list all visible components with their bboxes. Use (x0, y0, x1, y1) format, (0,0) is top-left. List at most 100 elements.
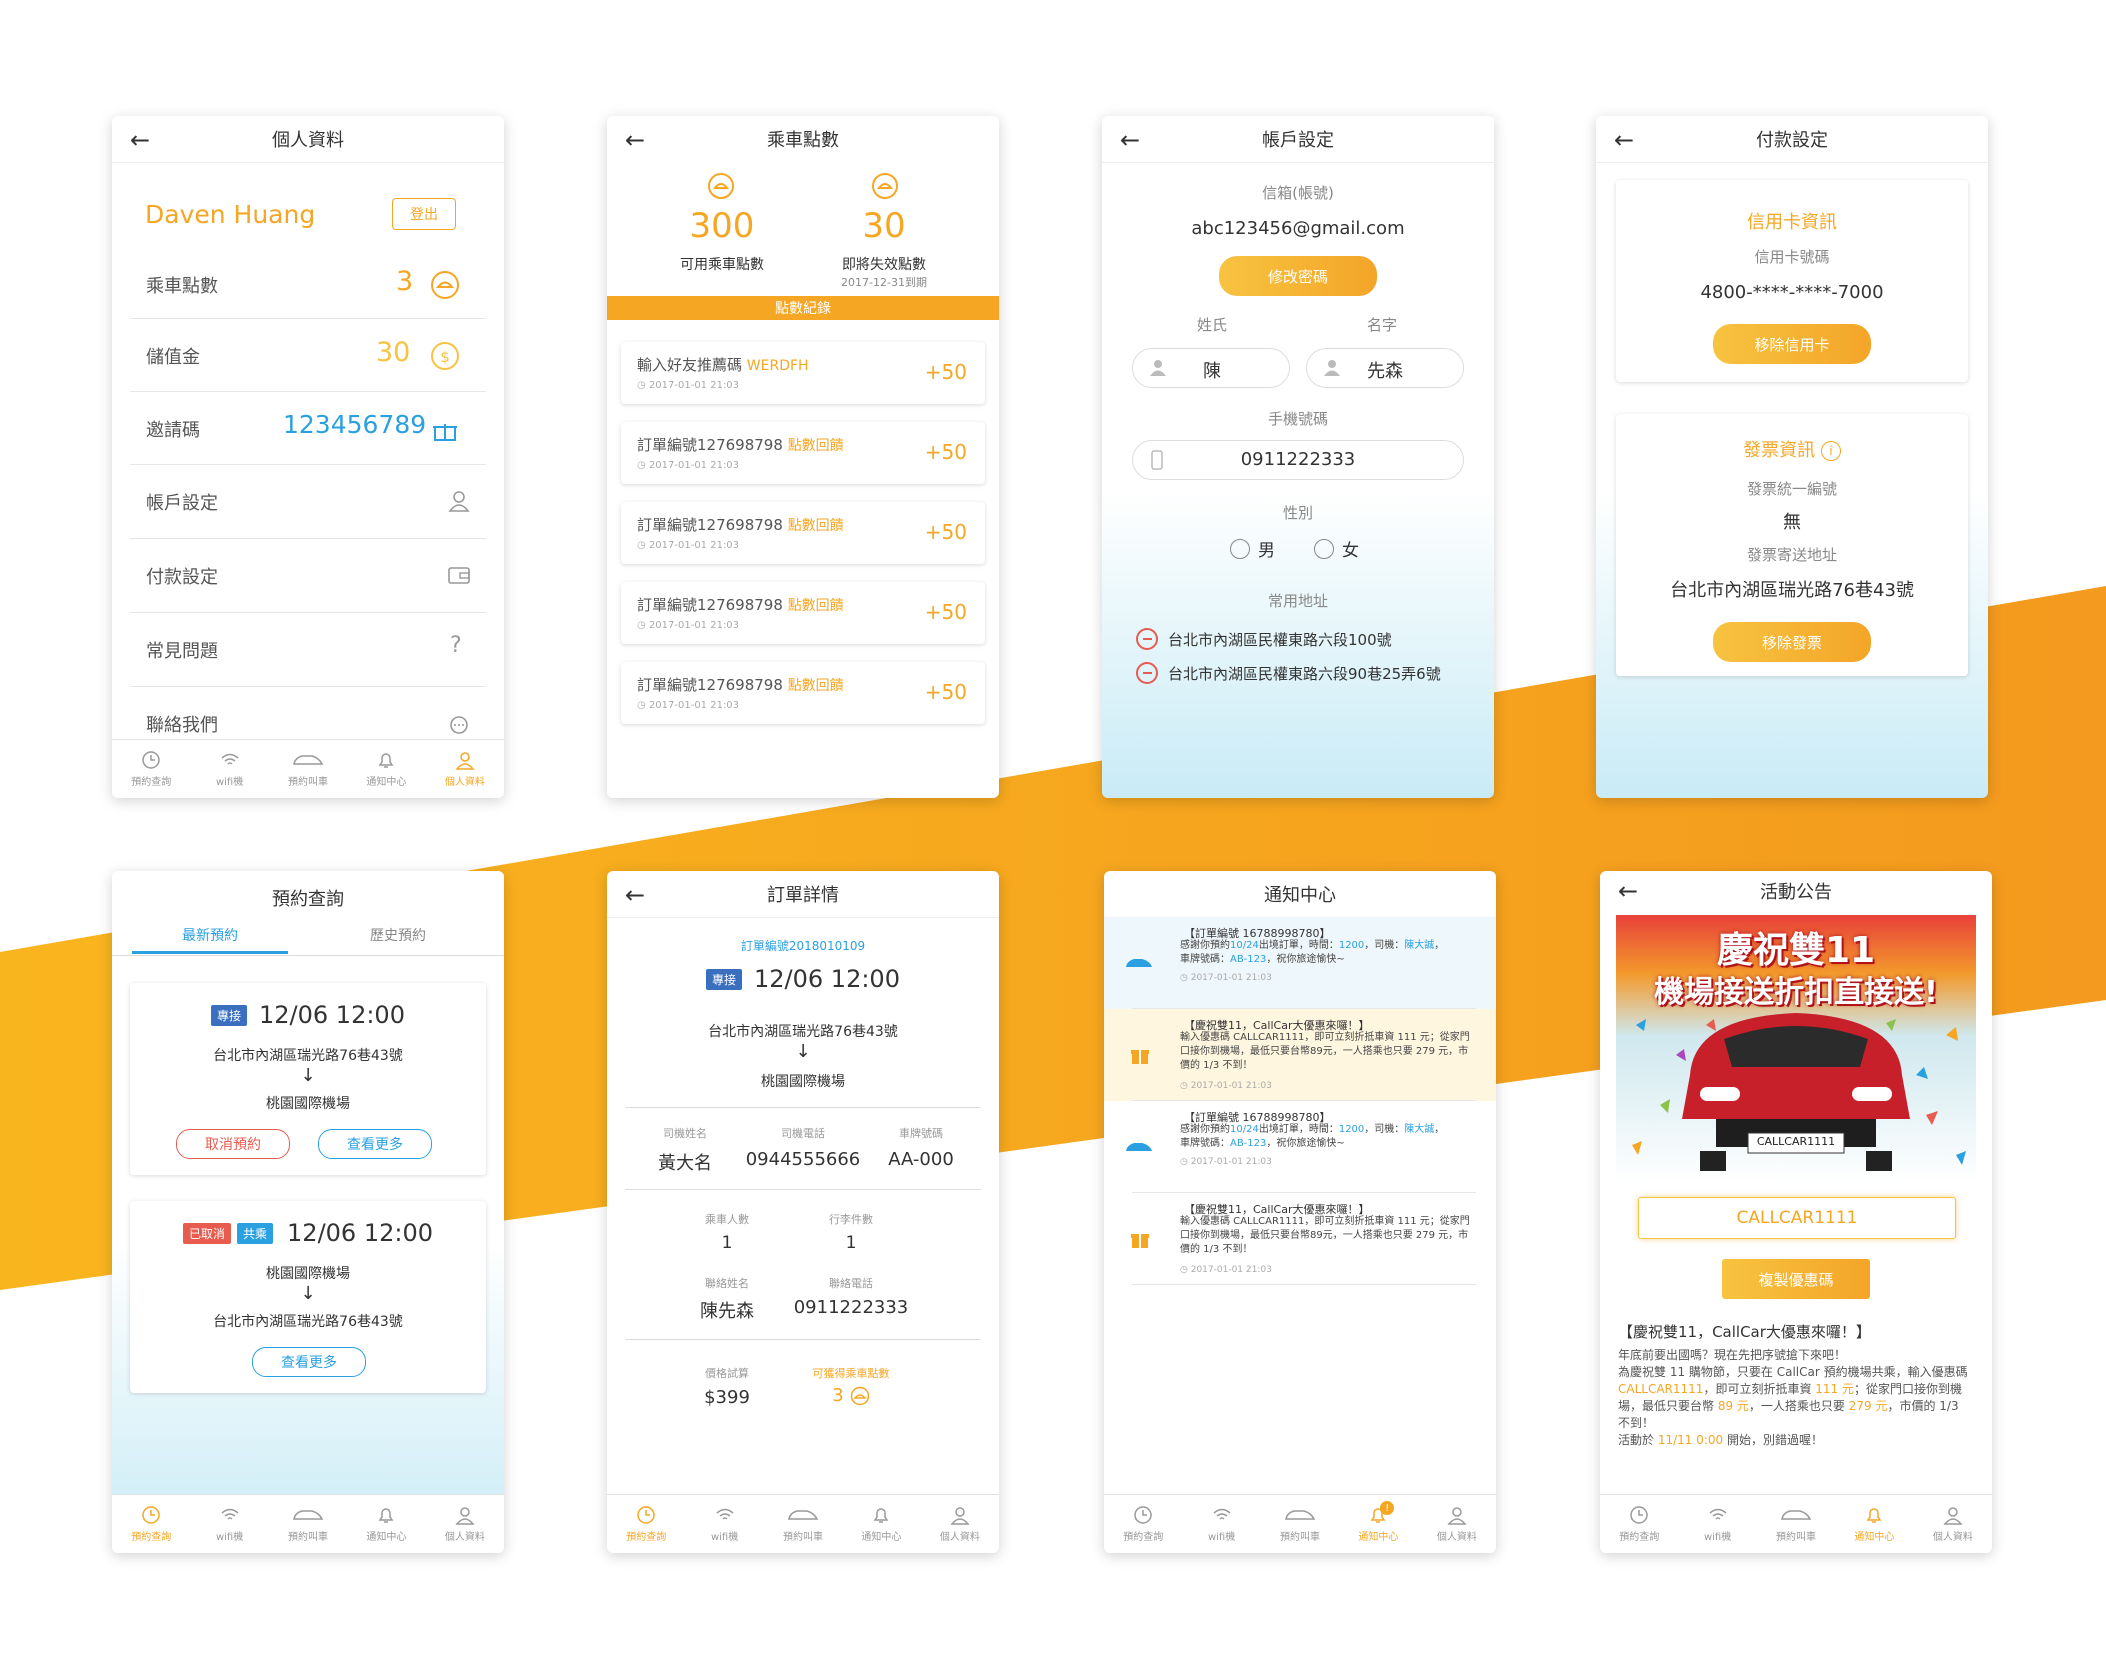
nav-notify[interactable]: ! 通知中心 (1339, 1495, 1417, 1553)
nav-ride[interactable]: 預約叫車 (269, 1495, 347, 1553)
copy-code-button[interactable]: 複製優惠碼 (1722, 1259, 1870, 1299)
record-delta: +50 (924, 680, 967, 704)
back-arrow-icon[interactable]: ← (1618, 877, 1638, 905)
nav-wifi[interactable]: wifi機 (190, 1495, 268, 1553)
address-item[interactable]: 台北市內湖區民權東路六段100號 (1136, 628, 1392, 650)
gender-male-radio[interactable]: 男 (1230, 536, 1275, 561)
booking-screen: 預約查詢 最新預約 歷史預約 專接 12/06 12:00 台北市內湖區瑞光路7… (112, 871, 504, 1553)
nav-booking[interactable]: 預約查詢 (1600, 1495, 1678, 1553)
nav-profile[interactable]: 個人資料 (426, 1495, 504, 1553)
menu-payment[interactable]: 付款設定 (130, 539, 486, 613)
back-arrow-icon[interactable]: ← (625, 881, 645, 909)
notification-item[interactable]: 【訂單編號 16788998780】 感謝你預約10/24出境訂單，時間：1200… (1104, 917, 1496, 1009)
notification-item[interactable]: 【訂單編號 16788998780】 感謝你預約10/24出境訂單，時間：1200… (1104, 1101, 1496, 1193)
wifi-icon (221, 1508, 239, 1520)
view-more-button[interactable]: 查看更多 (252, 1347, 366, 1377)
clock-icon: ◷ (637, 620, 646, 631)
back-arrow-icon[interactable]: ← (1120, 126, 1140, 154)
points-row[interactable]: 乘車點數 3 (130, 250, 486, 319)
nav-wifi[interactable]: wifi機 (190, 740, 268, 798)
nav-wifi[interactable]: wifi機 (685, 1495, 763, 1553)
available-label: 可用乘車點數 (680, 257, 764, 273)
nav-label: 個人資料 (444, 1532, 485, 1543)
plate-number: AA-000 (888, 1149, 954, 1170)
nav-ride[interactable]: 預約叫車 (269, 740, 347, 798)
back-arrow-icon[interactable]: ← (1614, 126, 1634, 154)
nav-notify[interactable]: 通知中心 (347, 740, 425, 798)
menu-faq[interactable]: 常見問題 ? (130, 613, 486, 687)
nav-booking[interactable]: 預約查詢 (607, 1495, 685, 1553)
nav-label: 個人資料 (1932, 1532, 1973, 1543)
logout-button[interactable]: 登出 (392, 198, 456, 230)
info-icon[interactable]: i (1820, 441, 1841, 461)
nav-notify[interactable]: 通知中心 (347, 1495, 425, 1553)
menu-contact[interactable]: 聯絡我們 (130, 687, 486, 737)
nav-booking[interactable]: 預約查詢 (112, 1495, 190, 1553)
down-arrow-icon: ↓ (795, 1041, 811, 1062)
nav-label: 預約叫車 (288, 1532, 329, 1543)
divider (1132, 1284, 1476, 1285)
record-highlight: WERDFH (746, 358, 809, 374)
points-value: 3 (396, 266, 414, 297)
promo-code-field[interactable]: CALLCAR1111 (1638, 1197, 1956, 1239)
nav-profile[interactable]: 個人資料 (921, 1495, 999, 1553)
price-label: 價格試算 (705, 1367, 749, 1380)
record-delta: +50 (924, 360, 967, 384)
remove-circle-icon[interactable] (1136, 662, 1158, 684)
page-title: 預約查詢 (272, 889, 344, 910)
nav-booking[interactable]: 預約查詢 (112, 740, 190, 798)
notification-item[interactable]: 【慶祝雙11，CallCar大優惠來囉！】 輸入優惠碼 CALLCAR1111，即… (1104, 1193, 1496, 1285)
gender-female-radio[interactable]: 女 (1314, 536, 1359, 561)
back-arrow-icon[interactable]: ← (625, 126, 645, 154)
payment-header: ← 付款設定 (1596, 116, 1988, 163)
invite-row[interactable]: 邀請碼 123456789 (130, 392, 486, 465)
nav-ride[interactable]: 預約叫車 (1261, 1495, 1339, 1553)
notification-item[interactable]: 【慶祝雙11，CallCar大優惠來囉！】 輸入優惠碼 CALLCAR1111，即… (1104, 1009, 1496, 1101)
nav-ride[interactable]: 預約叫車 (1757, 1495, 1835, 1553)
page-title: 乘車點數 (767, 130, 839, 151)
record-delta: +50 (924, 440, 967, 464)
booking-card[interactable]: 已取消 共乘 12/06 12:00 桃園國際機場 ↓ 台北市內湖區瑞光路76巷… (130, 1201, 486, 1393)
user-icon (448, 491, 470, 512)
record-date-text: 2017-01-01 21:03 (648, 540, 740, 551)
record-desc: 訂單編號127698798 (637, 596, 783, 614)
wifi-icon (1709, 1508, 1727, 1520)
nav-booking[interactable]: 預約查詢 (1104, 1495, 1182, 1553)
from-address: 台北市內湖區瑞光路76巷43號 (708, 1024, 898, 1040)
remove-circle-icon[interactable] (1136, 628, 1158, 650)
record-header: 點數紀錄 (607, 296, 999, 320)
menu-account[interactable]: 帳戶設定 (130, 465, 486, 539)
phone-field[interactable]: 0911222333 (1132, 440, 1464, 480)
available-points: 300 (689, 206, 755, 246)
remove-invoice-button[interactable]: 移除發票 (1713, 622, 1871, 662)
record-text: 訂單編號127698798 點數回饋 (637, 434, 844, 455)
tab-latest[interactable]: 最新預約 (132, 925, 288, 945)
record-text: 訂單編號127698798 點數回饋 (637, 514, 844, 535)
clock-icon: ◷ (1180, 1157, 1188, 1167)
nav-profile[interactable]: 個人資料 (1914, 1495, 1992, 1553)
nav-ride[interactable]: 預約叫車 (764, 1495, 842, 1553)
nav-wifi[interactable]: wifi機 (1182, 1495, 1260, 1553)
credit-row[interactable]: 儲值金 30 $ (130, 319, 486, 392)
remove-card-button[interactable]: 移除信用卡 (1713, 324, 1871, 364)
promo-screen: ← 活動公告 慶祝雙11 機場接送折扣直接送! CALLCAR1111 CALL… (1600, 871, 1992, 1553)
nav-profile[interactable]: 個人資料 (1418, 1495, 1496, 1553)
back-arrow-icon[interactable]: ← (130, 126, 150, 154)
nav-notify[interactable]: 通知中心 (842, 1495, 920, 1553)
invoice-addr-label: 發票寄送地址 (1746, 546, 1837, 564)
change-password-button[interactable]: 修改密碼 (1219, 256, 1377, 296)
nav-profile[interactable]: 個人資料 (426, 740, 504, 798)
given-name-field[interactable]: 先森 (1306, 348, 1464, 388)
cancel-booking-button[interactable]: 取消預約 (176, 1129, 290, 1159)
nav-label: 通知中心 (366, 777, 407, 788)
booking-card[interactable]: 專接 12/06 12:00 台北市內湖區瑞光路76巷43號 ↓ 桃園國際機場 … (130, 983, 486, 1175)
tab-history[interactable]: 歷史預約 (312, 925, 484, 945)
nav-wifi[interactable]: wifi機 (1678, 1495, 1756, 1553)
radio-label: 女 (1342, 541, 1359, 561)
nav-label: 預約查詢 (1619, 1532, 1660, 1543)
view-more-button[interactable]: 查看更多 (318, 1129, 432, 1159)
payment-screen: ← 付款設定 信用卡資訊 信用卡號碼 4800-****-****-7000 移… (1596, 116, 1988, 798)
surname-field[interactable]: 陳 (1132, 348, 1290, 388)
nav-notify[interactable]: 通知中心 (1835, 1495, 1913, 1553)
address-item[interactable]: 台北市內湖區民權東路六段90巷25弄6號 (1136, 662, 1441, 684)
